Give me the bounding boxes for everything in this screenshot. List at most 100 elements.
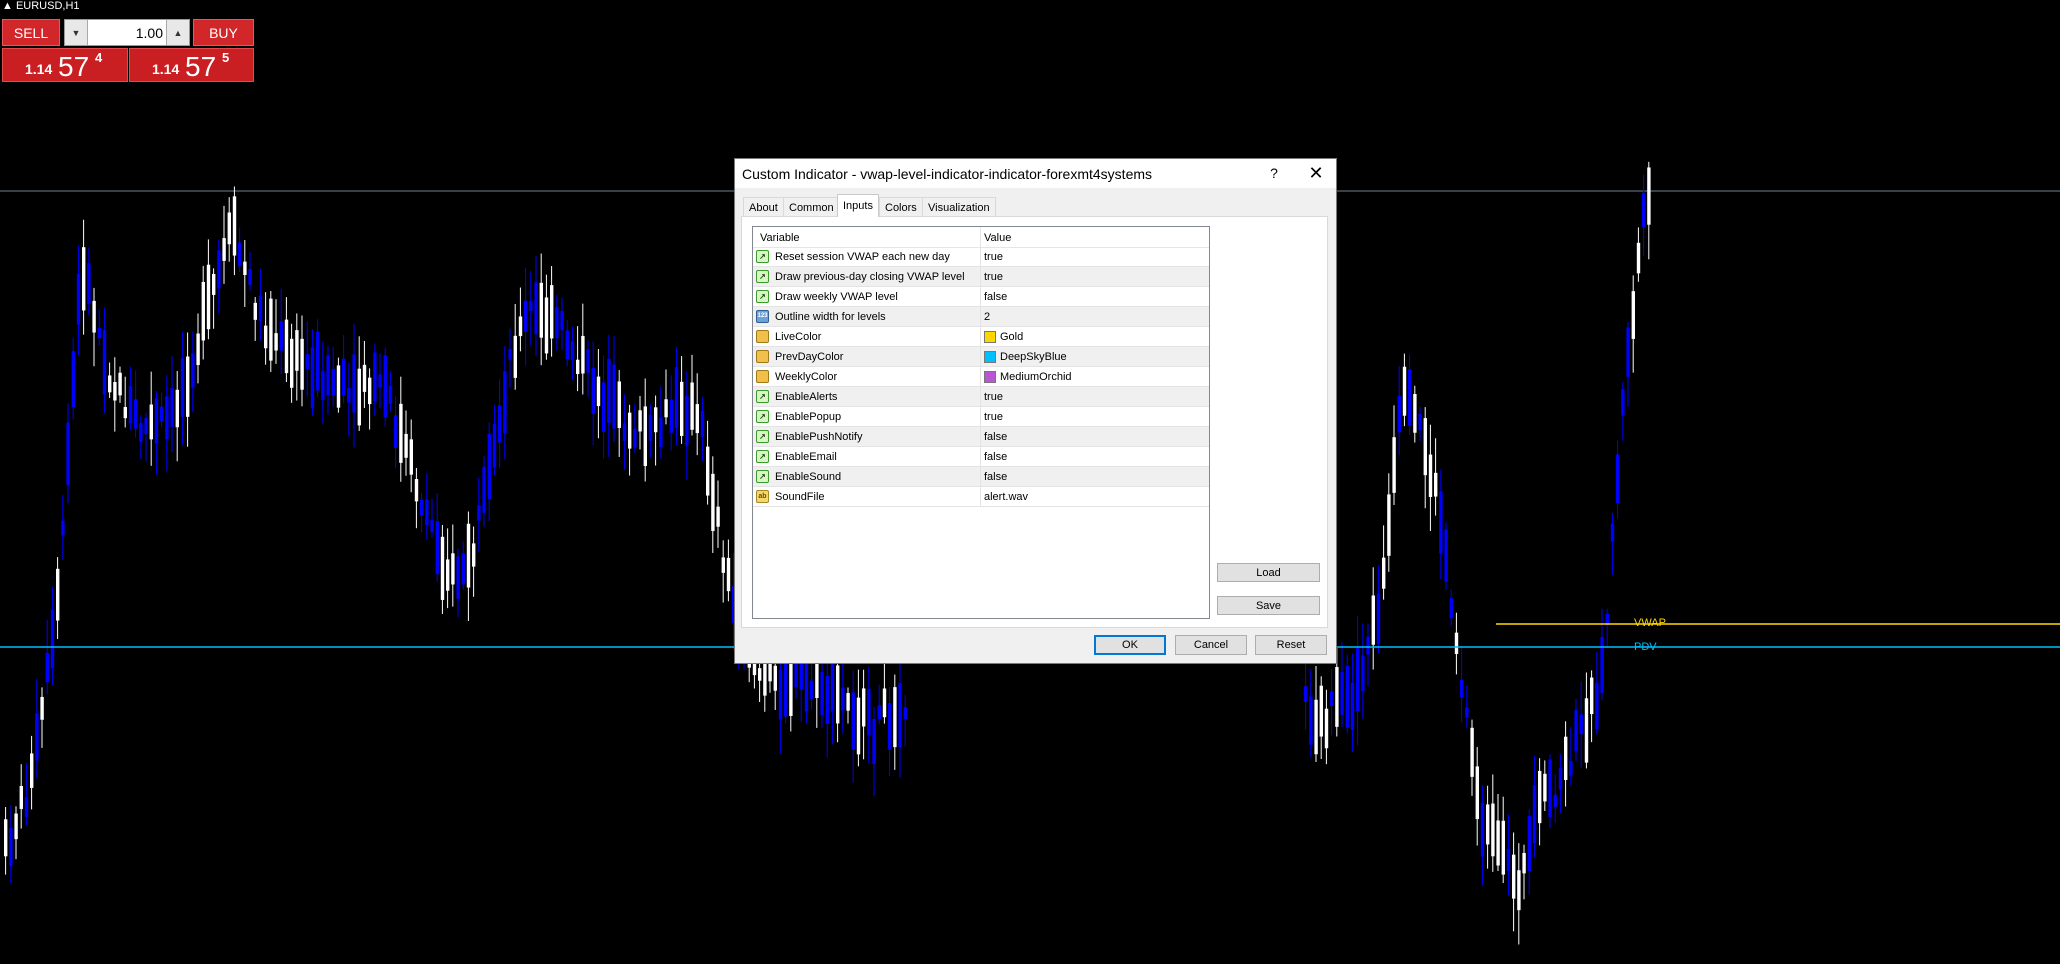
candle-body xyxy=(305,354,309,369)
inputs-grid[interactable]: Variable Value ↗ Reset session VWAP each … xyxy=(752,226,1210,619)
variable-value[interactable]: false xyxy=(984,431,1007,443)
candle-body xyxy=(706,446,710,496)
variable-value[interactable]: false xyxy=(984,291,1007,303)
column-header-variable[interactable]: Variable xyxy=(760,232,800,244)
candle-body xyxy=(378,374,382,388)
candle-body xyxy=(1413,393,1417,433)
candle-body xyxy=(862,688,866,727)
variable-value[interactable]: false xyxy=(984,451,1007,463)
candle-body xyxy=(487,434,491,499)
variable-value[interactable]: true xyxy=(984,391,1003,403)
table-row[interactable]: ↗ EnableAlerts true xyxy=(753,387,1209,407)
candle-body xyxy=(1600,636,1604,693)
candle-body xyxy=(586,349,590,373)
cell-divider xyxy=(980,387,981,406)
ok-button[interactable]: OK xyxy=(1094,635,1166,655)
candle-body xyxy=(258,295,263,322)
lot-decrease-arrow-icon[interactable]: ▼ xyxy=(65,20,88,45)
candle-body xyxy=(1517,870,1521,911)
variable-value[interactable]: DeepSkyBlue xyxy=(1000,351,1067,363)
candle-body xyxy=(243,261,247,275)
variable-value[interactable]: true xyxy=(984,251,1003,263)
vwap-level-label: VWAP xyxy=(1634,617,1666,629)
candle-body xyxy=(1621,389,1625,416)
candle-body xyxy=(1647,167,1651,225)
variable-value[interactable]: true xyxy=(984,411,1003,423)
table-row[interactable]: WeeklyColor MediumOrchid xyxy=(753,367,1209,387)
candle-body xyxy=(1538,770,1542,824)
bool-icon: ↗ xyxy=(756,290,769,303)
candle-body xyxy=(420,499,424,516)
candle-body xyxy=(212,273,216,295)
candle-body xyxy=(784,656,788,717)
table-row[interactable]: ↗ Draw weekly VWAP level false xyxy=(753,287,1209,307)
buy-button[interactable]: BUY xyxy=(193,19,254,46)
candle-body xyxy=(4,819,8,857)
tab-inputs[interactable]: Inputs xyxy=(837,194,879,217)
candle-body xyxy=(1376,593,1381,644)
candle-body xyxy=(352,354,356,413)
candle-body xyxy=(461,553,465,585)
table-row[interactable]: ↗ EnablePopup true xyxy=(753,407,1209,427)
tab-common[interactable]: Common xyxy=(783,197,840,217)
table-row[interactable]: ab SoundFile alert.wav xyxy=(753,487,1209,507)
variable-value[interactable]: MediumOrchid xyxy=(1000,371,1072,383)
candle-body xyxy=(539,282,543,338)
cancel-button[interactable]: Cancel xyxy=(1175,635,1247,655)
table-row[interactable]: ↗ EnablePushNotify false xyxy=(753,427,1209,447)
column-divider[interactable] xyxy=(980,227,981,247)
candle-body xyxy=(680,381,684,436)
candle-body xyxy=(1595,682,1599,730)
lot-size-input[interactable] xyxy=(89,20,163,45)
help-button[interactable]: ? xyxy=(1263,162,1285,184)
candle-body xyxy=(248,269,252,285)
variable-value[interactable]: false xyxy=(984,471,1007,483)
table-row[interactable]: ↗ Draw previous-day closing VWAP level tru… xyxy=(753,267,1209,287)
variable-value[interactable]: 2 xyxy=(984,311,990,323)
dialog-titlebar[interactable]: Custom Indicator - vwap-level-indicator-… xyxy=(735,159,1336,188)
variable-value[interactable]: Gold xyxy=(1000,331,1023,343)
lot-size-stepper[interactable]: ▼ ▲ xyxy=(64,19,190,46)
cell-divider xyxy=(980,327,981,346)
candle-body xyxy=(435,521,439,575)
tab-visualization[interactable]: Visualization xyxy=(922,197,996,217)
candle-body xyxy=(565,330,569,360)
candle-body xyxy=(799,660,803,690)
cell-divider xyxy=(980,307,981,326)
candle-body xyxy=(1418,413,1422,431)
candle-body xyxy=(882,688,887,718)
candle-body xyxy=(492,424,497,468)
candle-body xyxy=(1543,773,1547,802)
reset-button[interactable]: Reset xyxy=(1255,635,1327,655)
table-row[interactable]: ↗ EnableEmail false xyxy=(753,447,1209,467)
table-row[interactable]: LiveColor Gold xyxy=(753,327,1209,347)
column-header-value[interactable]: Value xyxy=(984,232,1011,244)
sell-button[interactable]: SELL xyxy=(2,19,60,46)
table-row[interactable]: PrevDayColor DeepSkyBlue xyxy=(753,347,1209,367)
table-row[interactable]: ↗ Reset session VWAP each new day true xyxy=(753,247,1209,267)
tab-colors[interactable]: Colors xyxy=(879,197,923,217)
table-row[interactable]: 123 Outline width for levels 2 xyxy=(753,307,1209,327)
candle-body xyxy=(1616,454,1620,504)
lot-increase-arrow-icon[interactable]: ▲ xyxy=(166,20,189,45)
dialog-title: Custom Indicator - vwap-level-indicator-… xyxy=(742,166,1153,182)
sell-price-tile[interactable]: 1.14 57 4 xyxy=(2,48,128,82)
cell-divider xyxy=(980,347,981,366)
candle-body xyxy=(1397,395,1401,433)
close-button[interactable]: ✕ xyxy=(1303,162,1329,184)
variable-value[interactable]: alert.wav xyxy=(984,491,1028,503)
variable-value[interactable]: true xyxy=(984,271,1003,283)
candle-body xyxy=(201,281,205,341)
tab-about[interactable]: About xyxy=(743,197,784,217)
load-button[interactable]: Load xyxy=(1217,563,1320,582)
color-swatch[interactable] xyxy=(984,371,996,383)
color-swatch[interactable] xyxy=(984,351,996,363)
candle-body xyxy=(451,553,455,585)
candle-body xyxy=(508,348,512,360)
save-button[interactable]: Save xyxy=(1217,596,1320,615)
table-row[interactable]: ↗ EnableSound false xyxy=(753,467,1209,487)
candle-body xyxy=(165,396,169,440)
buy-price-tile[interactable]: 1.14 57 5 xyxy=(129,48,254,82)
color-swatch[interactable] xyxy=(984,331,996,343)
candle-body xyxy=(576,359,580,375)
